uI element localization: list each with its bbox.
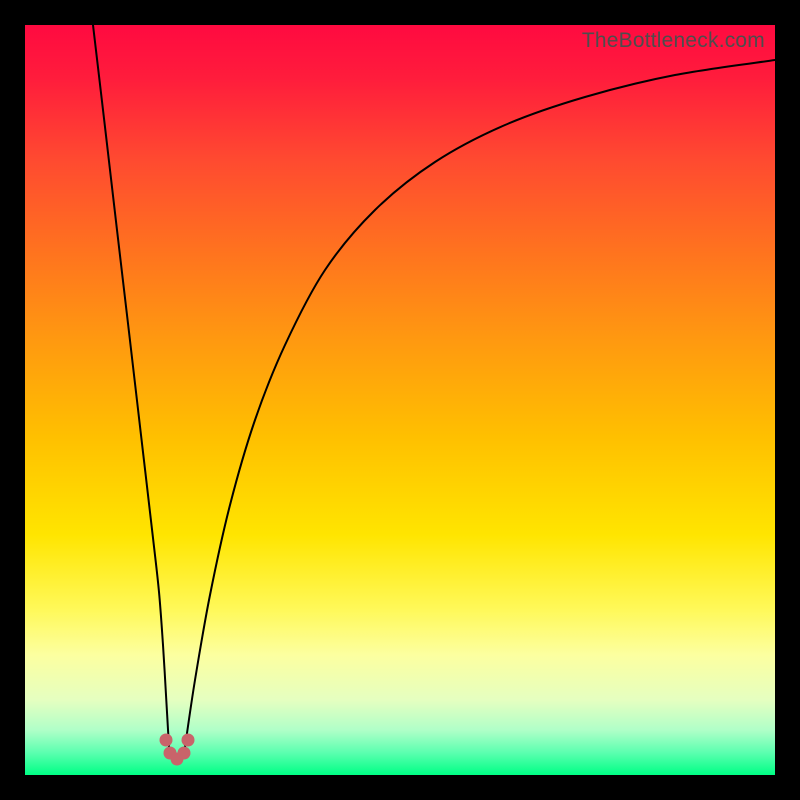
valley-markers (160, 734, 195, 766)
right-branch (185, 60, 775, 747)
valley-marker (182, 734, 195, 747)
plot-area: TheBottleneck.com (25, 25, 775, 775)
left-branch (93, 25, 169, 747)
watermark-text: TheBottleneck.com (582, 29, 765, 53)
valley-marker (178, 747, 191, 760)
curves-svg (25, 25, 775, 775)
bottleneck-curve (93, 25, 775, 747)
chart-frame: TheBottleneck.com (0, 0, 800, 800)
valley-marker (160, 734, 173, 747)
